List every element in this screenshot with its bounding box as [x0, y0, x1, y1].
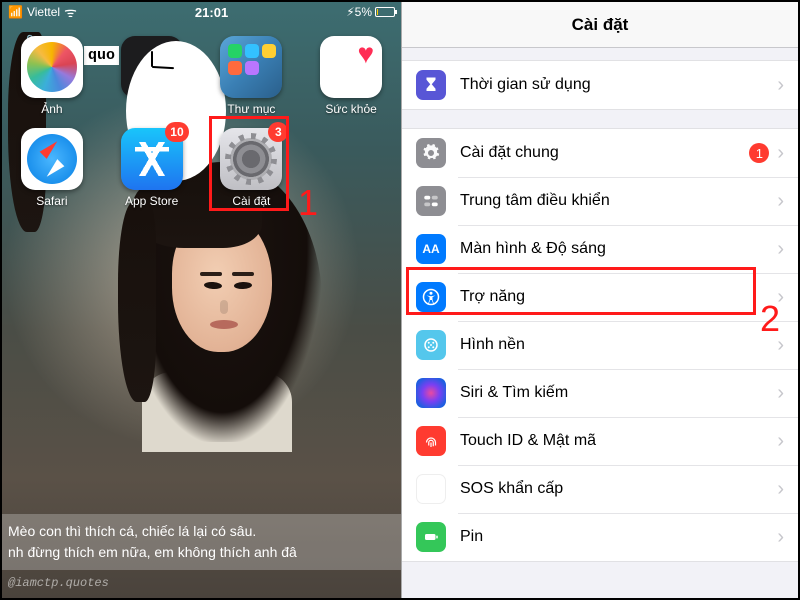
app-label: App Store — [125, 194, 178, 208]
row-general[interactable]: Cài đặt chung 1 › — [402, 129, 798, 177]
annotation-box-2 — [406, 267, 756, 315]
wallpaper-watermark: @iamctp.quotes — [8, 576, 109, 590]
safari-icon — [21, 128, 83, 190]
row-badge: 1 — [749, 143, 769, 163]
quote-line-1: Mèo con thì thích cá, chiếc lá lại có sâ… — [8, 523, 256, 539]
home-screen: Mèo con thì thích cá, chiếc lá lại có sâ… — [2, 2, 401, 598]
row-touchid[interactable]: Touch ID & Mật mã › — [402, 417, 798, 465]
clock-icon — [121, 36, 183, 98]
app-clock[interactable]: Đồng hồ — [102, 30, 202, 122]
app-health[interactable]: Sức khỏe — [301, 30, 401, 122]
annotation-number-2: 2 — [760, 298, 780, 340]
app-grid: Ảnh Đồng hồ Thư mục — [2, 30, 401, 214]
status-bar: Viettel 21:01 ⚡︎ 5% — [2, 2, 401, 22]
nav-bar: Cài đặt — [402, 2, 798, 48]
control-center-icon — [416, 186, 446, 216]
chevron-right-icon: › — [777, 74, 784, 97]
row-label: Màn hình & Độ sáng — [460, 240, 777, 258]
row-display[interactable]: AA Màn hình & Độ sáng › — [402, 225, 798, 273]
battery-icon — [416, 522, 446, 552]
app-safari[interactable]: Safari — [2, 122, 102, 214]
annotation-number-1: 1 — [298, 182, 318, 224]
annotation-box-1 — [209, 116, 289, 211]
row-label: Cài đặt chung — [460, 144, 749, 162]
battery-pct: 5% — [355, 5, 372, 19]
chevron-right-icon: › — [777, 142, 784, 165]
wallpaper-icon — [416, 330, 446, 360]
row-label: SOS khẩn cấp — [460, 480, 777, 498]
carrier-label: Viettel — [27, 5, 60, 19]
row-label: Trung tâm điều khiển — [460, 192, 777, 210]
wifi-icon — [64, 3, 77, 22]
chevron-right-icon: › — [777, 382, 784, 405]
badge: 10 — [165, 122, 188, 142]
sos-icon: SOS — [416, 474, 446, 504]
nav-title: Cài đặt — [572, 15, 629, 35]
row-sos[interactable]: SOS SOS khẩn cấp › — [402, 465, 798, 513]
app-label: Sức khỏe — [325, 102, 376, 116]
row-label: Touch ID & Mật mã — [460, 432, 777, 450]
row-label: Thời gian sử dụng — [460, 76, 777, 94]
hourglass-icon — [416, 70, 446, 100]
appstore-icon: 10 — [121, 128, 183, 190]
battery-icon — [375, 7, 395, 17]
row-controlcenter[interactable]: Trung tâm điều khiển › — [402, 177, 798, 225]
chevron-right-icon: › — [777, 190, 784, 213]
health-icon — [320, 36, 382, 98]
row-siri[interactable]: Siri & Tìm kiếm › — [402, 369, 798, 417]
gear-icon — [416, 138, 446, 168]
settings-group-screentime: Thời gian sử dụng › — [402, 60, 798, 110]
settings-screen: Cài đặt Thời gian sử dụng › Cài đặt ch — [401, 2, 798, 598]
charging-icon: ⚡︎ — [346, 5, 354, 19]
app-label: Safari — [36, 194, 67, 208]
row-screentime[interactable]: Thời gian sử dụng › — [402, 61, 798, 109]
chevron-right-icon: › — [777, 430, 784, 453]
app-label: Thư mục — [227, 102, 275, 116]
row-label: Hình nền — [460, 336, 777, 354]
quote-line-2: nh đừng thích em nữa, em không thích anh… — [8, 544, 297, 560]
signal-icon — [8, 5, 23, 19]
folder-icon — [220, 36, 282, 98]
row-wallpaper[interactable]: Hình nền › — [402, 321, 798, 369]
row-label: Pin — [460, 528, 777, 546]
app-label: Ảnh — [41, 102, 62, 116]
app-photos[interactable]: Ảnh — [2, 30, 102, 122]
chevron-right-icon: › — [777, 478, 784, 501]
siri-icon — [416, 378, 446, 408]
row-label: Siri & Tìm kiếm — [460, 384, 777, 402]
row-battery[interactable]: Pin › — [402, 513, 798, 561]
display-icon: AA — [416, 234, 446, 264]
photos-icon — [21, 36, 83, 98]
settings-group-main: Cài đặt chung 1 › Trung tâm điều khiển ›… — [402, 128, 798, 562]
wallpaper-quote: Mèo con thì thích cá, chiếc lá lại có sâ… — [2, 514, 401, 570]
status-time: 21:01 — [195, 5, 228, 20]
fingerprint-icon — [416, 426, 446, 456]
chevron-right-icon: › — [777, 526, 784, 549]
chevron-right-icon: › — [777, 238, 784, 261]
